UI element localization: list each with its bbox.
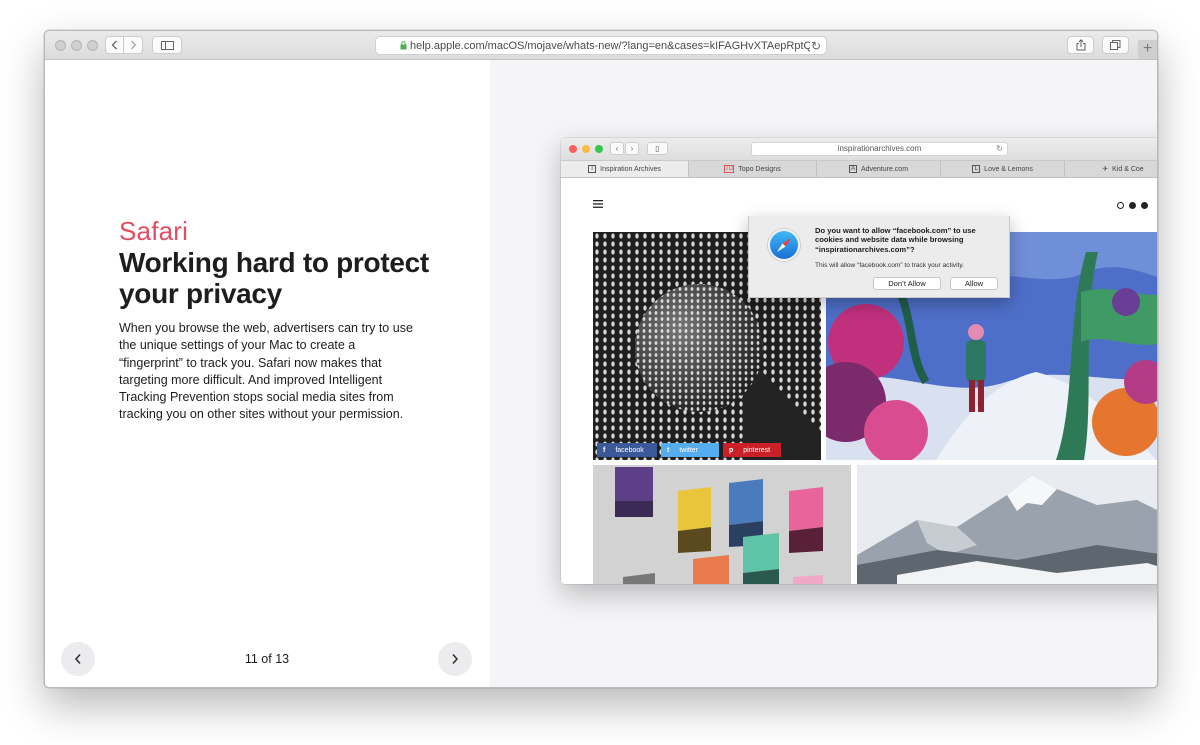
dont-allow-button: Don’t Allow	[873, 277, 941, 290]
blocks-artwork-image	[593, 465, 851, 584]
twitter-icon	[1129, 202, 1136, 209]
dialog-subtitle: This will allow “facebook.com” to track …	[815, 262, 965, 269]
reload-icon[interactable]: ↻	[811, 39, 821, 53]
pinterest-icon	[1141, 202, 1148, 209]
slide-eyebrow: Safari	[119, 216, 189, 246]
next-slide-button[interactable]	[438, 642, 472, 676]
slide-image-pane: ‹ › ▯ inspirationarchives.com ↻ I Inspir…	[490, 60, 1157, 687]
lock-icon	[400, 41, 407, 50]
allow-button: Allow	[950, 277, 998, 290]
chevron-right-icon	[452, 653, 459, 665]
sidebar-icon	[160, 40, 174, 50]
chevron-right-icon	[130, 40, 136, 50]
address-bar[interactable]: help.apple.com/macOS/mojave/whats-new/?l…	[375, 36, 827, 55]
tab-overview-button[interactable]	[1102, 36, 1129, 54]
inner-tab-label: Kid & Coe	[1112, 165, 1144, 173]
tab-favicon: L	[972, 165, 981, 173]
inner-reload-icon: ↻	[996, 144, 1003, 153]
inner-url: inspirationarchives.com	[837, 144, 922, 153]
inner-tab: ✈ Kid & Coe	[1065, 161, 1157, 177]
tab-favicon: A	[848, 165, 857, 173]
slide-text-pane: Safari Working hard to protect your priv…	[45, 60, 490, 687]
close-window-button[interactable]	[55, 40, 66, 51]
safari-compass-icon	[767, 228, 801, 262]
share-label: facebook	[615, 446, 644, 454]
tab-favicon: TD	[724, 165, 735, 173]
slide-body: When you browse the web, advertisers can…	[119, 321, 413, 422]
facebook-share-button: f facebook	[597, 443, 657, 457]
mountain-photo	[857, 465, 1157, 584]
tab-favicon: I	[588, 165, 597, 173]
slide-headline: Working hard to protect your privacy	[119, 247, 429, 309]
browser-window: help.apple.com/macOS/mojave/whats-new/?l…	[44, 30, 1158, 688]
facebook-icon: f	[603, 446, 606, 454]
previous-slide-button[interactable]	[61, 642, 95, 676]
inner-tab: A Adventure.com	[817, 161, 941, 177]
tab-favicon: ✈	[1102, 166, 1109, 173]
inner-sidebar-icon: ▯	[647, 142, 668, 155]
inner-tab: I Inspiration Archives	[561, 161, 689, 177]
page-content: Safari Working hard to protect your priv…	[45, 60, 1157, 687]
hamburger-menu-icon	[593, 200, 603, 208]
url-text: help.apple.com/macOS/mojave/whats-new/?l…	[410, 39, 810, 52]
share-label: pinterest	[743, 446, 771, 454]
inner-minimize-dot	[582, 145, 590, 153]
share-label: twitter	[679, 446, 699, 454]
inner-tab-label: Adventure.com	[860, 165, 909, 173]
minimize-window-button[interactable]	[71, 40, 82, 51]
twitter-icon: t	[667, 446, 670, 454]
pinterest-share-button: p pinterest	[723, 443, 781, 457]
inner-address-bar: inspirationarchives.com ↻	[751, 142, 1008, 156]
social-icons	[1117, 202, 1148, 209]
inner-tab-label: Inspiration Archives	[600, 165, 661, 173]
inner-title-bar: ‹ › ▯ inspirationarchives.com ↻	[561, 138, 1157, 161]
inner-tab-label: Topo Designs	[738, 165, 781, 173]
blocks-artwork	[593, 465, 851, 584]
safari-screenshot: ‹ › ▯ inspirationarchives.com ↻ I Inspir…	[561, 138, 1157, 584]
inner-tab-label: Love & Lemons	[984, 165, 1033, 173]
share-icon	[1076, 39, 1085, 51]
inner-tab: TD Topo Designs	[689, 161, 817, 177]
inner-tab: L Love & Lemons	[941, 161, 1065, 177]
sidebar-toggle-button[interactable]	[152, 36, 182, 54]
title-bar: help.apple.com/macOS/mojave/whats-new/?l…	[45, 31, 1157, 60]
twitter-share-button: t twitter	[661, 443, 719, 457]
pinterest-icon: p	[729, 446, 734, 454]
chevron-left-icon	[111, 40, 117, 50]
zoom-window-button[interactable]	[87, 40, 98, 51]
tabs-icon	[1110, 40, 1121, 50]
inner-close-dot	[569, 145, 577, 153]
chevron-left-icon	[74, 653, 81, 665]
inner-web-page: f facebook t twitter p pinterest Do you …	[561, 178, 1157, 584]
inner-zoom-dot	[595, 145, 603, 153]
cookie-permission-dialog: Do you want to allow “facebook.com” to u…	[748, 216, 1010, 298]
slide-pager: 11 of 13	[244, 652, 290, 666]
inner-back-icon: ‹	[610, 142, 624, 155]
forward-button[interactable]	[124, 36, 143, 54]
dialog-title: Do you want to allow “facebook.com” to u…	[815, 226, 976, 254]
inner-forward-icon: ›	[625, 142, 639, 155]
instagram-icon	[1117, 202, 1124, 209]
new-tab-button[interactable]: +	[1138, 40, 1157, 59]
inner-tab-bar: I Inspiration Archives TD Topo Designs A…	[561, 161, 1157, 178]
share-bar: f facebook t twitter p pinterest	[597, 443, 781, 457]
back-button[interactable]	[105, 36, 124, 54]
share-button[interactable]	[1067, 36, 1094, 54]
mountain-photo-image	[857, 465, 1157, 584]
